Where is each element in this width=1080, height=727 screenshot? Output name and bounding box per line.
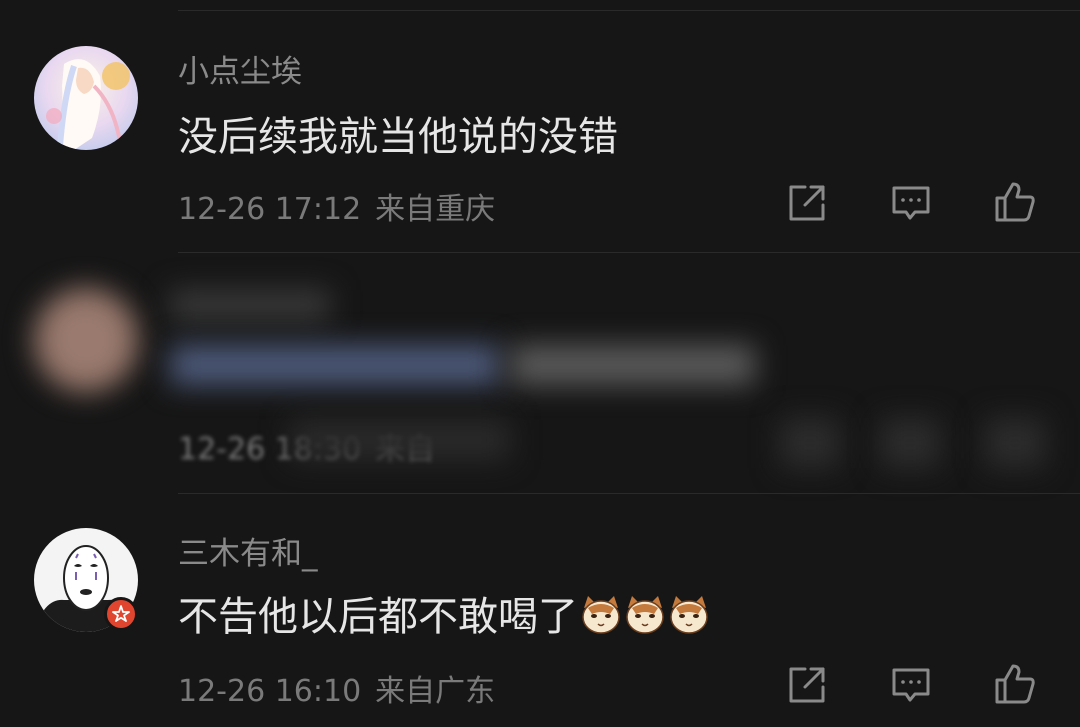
comment-meta: 12-26 16:10 来自广东 — [178, 666, 495, 710]
share-icon[interactable] — [785, 663, 829, 707]
red-star-badge — [104, 597, 138, 631]
blurred-meta — [290, 420, 510, 460]
comment-location: 来自广东 — [375, 674, 496, 709]
cat-emoji — [624, 594, 666, 636]
comment-icon[interactable] — [889, 181, 933, 225]
comment-icon[interactable] — [880, 418, 940, 468]
comment-text: 没后续我就当他说的没错 — [178, 114, 618, 160]
comment-text: 不告他以后都不敢喝了 — [178, 584, 710, 642]
comment-text-body: 不告他以后都不敢喝了 — [178, 594, 578, 640]
comment-date: 12-26 17:12 — [178, 192, 362, 227]
cat-emoji — [668, 594, 710, 636]
comment-meta: 12-26 17:12 来自重庆 — [178, 184, 495, 228]
comment-location: 来自重庆 — [375, 192, 496, 227]
thumbs-up-icon[interactable] — [985, 418, 1045, 468]
divider — [178, 10, 1080, 11]
cat-emoji — [580, 594, 622, 636]
blurred-comment-text — [170, 345, 500, 385]
avatar[interactable] — [34, 288, 138, 392]
comment-icon[interactable] — [889, 663, 933, 707]
divider — [178, 493, 1080, 494]
comment-date: 12-26 16:10 — [178, 674, 362, 709]
share-icon[interactable] — [780, 418, 840, 468]
share-icon[interactable] — [785, 181, 829, 225]
thumbs-up-icon[interactable] — [993, 180, 1037, 224]
thumbs-up-icon[interactable] — [993, 662, 1037, 706]
divider — [178, 252, 1080, 253]
blurred-username — [170, 290, 330, 320]
avatar[interactable] — [34, 46, 138, 150]
blurred-comment-text — [510, 345, 755, 385]
username[interactable]: 三木有和_ — [178, 528, 318, 573]
username[interactable]: 小点尘埃 — [178, 46, 302, 91]
